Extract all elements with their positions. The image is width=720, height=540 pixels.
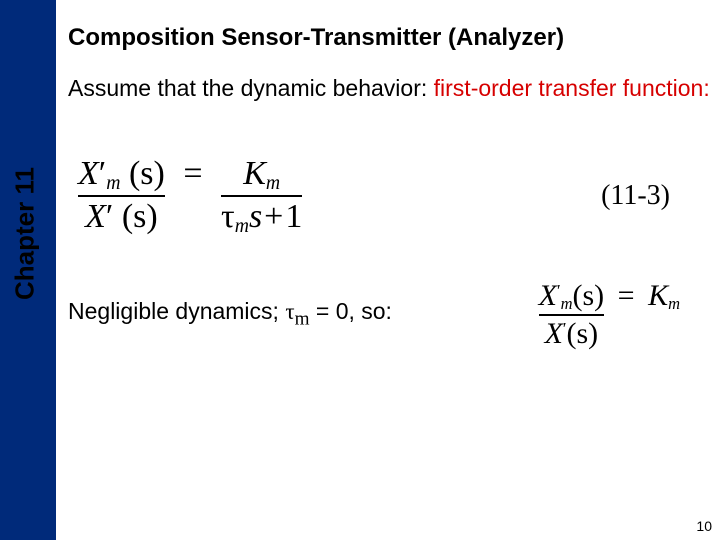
content: Composition Sensor-Transmitter (Analyzer…: [68, 24, 710, 350]
equation-1: X′m (s) X′ (s) = Km τms+1: [78, 155, 302, 237]
page-number: 10: [696, 518, 712, 534]
intro-highlight: first-order transfer function:: [434, 75, 710, 101]
negligible-row: Negligible dynamics; τm = 0, so: X′m(s) …: [68, 279, 710, 350]
equation-2: X′m(s) X′(s) = Km: [539, 279, 680, 350]
equation-1-row: X′m (s) X′ (s) = Km τms+1 (11-3): [68, 121, 710, 271]
equation-1-number: (11-3): [601, 180, 670, 212]
intro-text: Assume that the dynamic behavior: first-…: [68, 74, 710, 103]
intro-pre: Assume that the dynamic behavior:: [68, 75, 434, 101]
negligible-text: Negligible dynamics; τm = 0, so:: [68, 298, 392, 331]
chapter-label: Chapter 11: [10, 149, 41, 319]
page-title: Composition Sensor-Transmitter (Analyzer…: [68, 24, 710, 52]
